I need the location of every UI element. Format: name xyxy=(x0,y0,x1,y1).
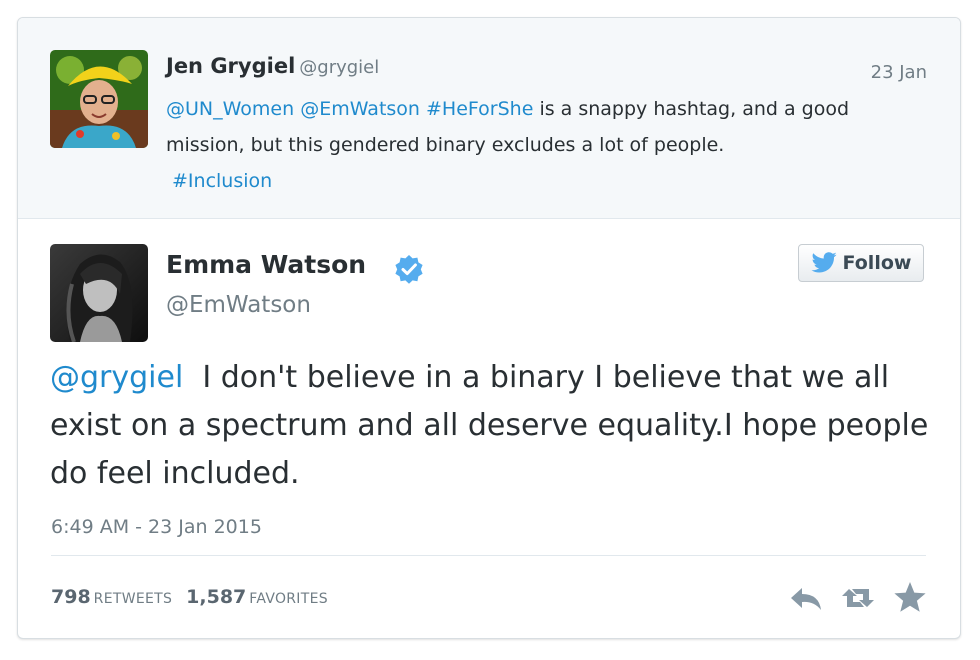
star-icon[interactable] xyxy=(892,580,928,616)
tweet-actions xyxy=(788,580,928,616)
parent-avatar[interactable] xyxy=(50,50,148,148)
main-avatar[interactable] xyxy=(50,244,148,342)
parent-author[interactable]: Jen Grygiel @grygiel xyxy=(166,54,379,78)
mention-emwatson[interactable]: @EmWatson xyxy=(300,98,420,120)
reply-icon[interactable] xyxy=(788,580,824,616)
divider xyxy=(51,555,926,556)
main-author-name[interactable]: Emma Watson xyxy=(166,250,366,279)
hashtag-inclusion[interactable]: #Inclusion xyxy=(172,170,272,192)
embedded-tweet-card: Jen Grygiel @grygiel 23 Jan @UN_Women @Em… xyxy=(17,17,961,639)
parent-tweet: Jen Grygiel @grygiel 23 Jan @UN_Women @Em… xyxy=(18,18,960,219)
parent-date[interactable]: 23 Jan xyxy=(871,62,927,83)
parent-tweet-text: @UN_Women @EmWatson #HeForShe is a snapp… xyxy=(166,91,896,199)
tweet-timestamp[interactable]: 6:49 AM - 23 Jan 2015 xyxy=(51,516,262,538)
main-tweet-body: I don't believe in a binary I believe th… xyxy=(50,360,938,491)
retweets-count[interactable]: 798 xyxy=(51,586,91,608)
tweet-stats: 798 RETWEETS 1,587 FAVORITES xyxy=(51,586,342,608)
favorites-label[interactable]: FAVORITES xyxy=(249,591,328,607)
main-author-handle[interactable]: @EmWatson xyxy=(166,292,311,318)
retweets-label[interactable]: RETWEETS xyxy=(94,591,173,607)
twitter-bird-icon xyxy=(811,252,837,273)
main-tweet-text: @grygiel I don't believe in a binary I b… xyxy=(50,354,930,498)
favorites-count[interactable]: 1,587 xyxy=(186,586,246,608)
follow-button[interactable]: Follow xyxy=(798,244,924,282)
mention-grygiel[interactable]: @grygiel xyxy=(50,360,183,395)
verified-badge-icon xyxy=(395,255,423,284)
hashtag-heforshe[interactable]: #HeForShe xyxy=(426,98,533,120)
follow-button-label: Follow xyxy=(842,252,912,274)
parent-author-handle[interactable]: @grygiel xyxy=(299,57,379,78)
parent-author-name[interactable]: Jen Grygiel xyxy=(166,54,295,78)
retweet-icon[interactable] xyxy=(840,580,876,616)
mention-un-women[interactable]: @UN_Women xyxy=(166,98,294,120)
